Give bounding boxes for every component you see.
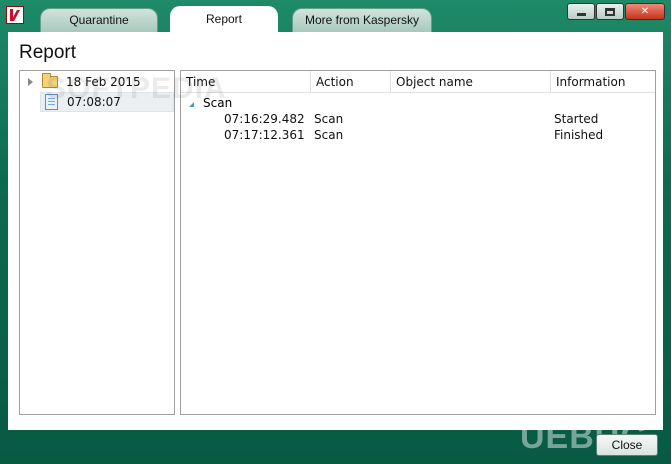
cell-action: Scan [314,112,344,126]
column-header-object-name[interactable]: Object name [391,71,551,93]
cell-action: Scan [314,128,344,142]
cell-information: Finished [554,128,604,142]
window-close-button[interactable]: ✕ [625,3,665,20]
kaspersky-logo-icon [6,6,24,24]
maximize-icon [605,7,615,16]
close-icon: ✕ [640,6,650,17]
app-window: Quarantine Report More from Kaspersky ✕ … [0,0,671,464]
report-tree[interactable]: 18 Feb 2015 07:08:07 [19,70,175,415]
window-controls: ✕ [567,3,665,20]
report-list[interactable]: Time Action Object name Information Scan… [180,70,656,415]
expand-arrow-icon[interactable] [28,78,33,86]
softpedia-watermark: SOFTPEDIA [46,72,227,105]
minimize-button[interactable] [567,3,595,20]
page-title: Report [19,42,77,63]
close-button[interactable]: Close [596,434,658,456]
tab-quarantine[interactable]: Quarantine [40,8,158,32]
table-row[interactable]: 07:17:12.361 Scan Finished [181,127,655,143]
cell-time: 07:17:12.361 [224,128,305,142]
tab-report[interactable]: Report [170,6,278,33]
cell-information: Started [554,112,599,126]
list-header: Time Action Object name Information [181,71,655,93]
table-row[interactable]: 07:16:29.482 Scan Started [181,111,655,127]
minimize-icon [576,13,586,16]
maximize-button[interactable] [596,3,624,20]
tab-more-from-kaspersky[interactable]: More from Kaspersky [292,8,432,32]
column-header-action[interactable]: Action [311,71,391,93]
column-header-information[interactable]: Information [551,71,655,93]
report-panel: Report 18 Feb 2015 07:08:07 Time Action … [8,32,663,430]
cell-time: 07:16:29.482 [224,112,305,126]
